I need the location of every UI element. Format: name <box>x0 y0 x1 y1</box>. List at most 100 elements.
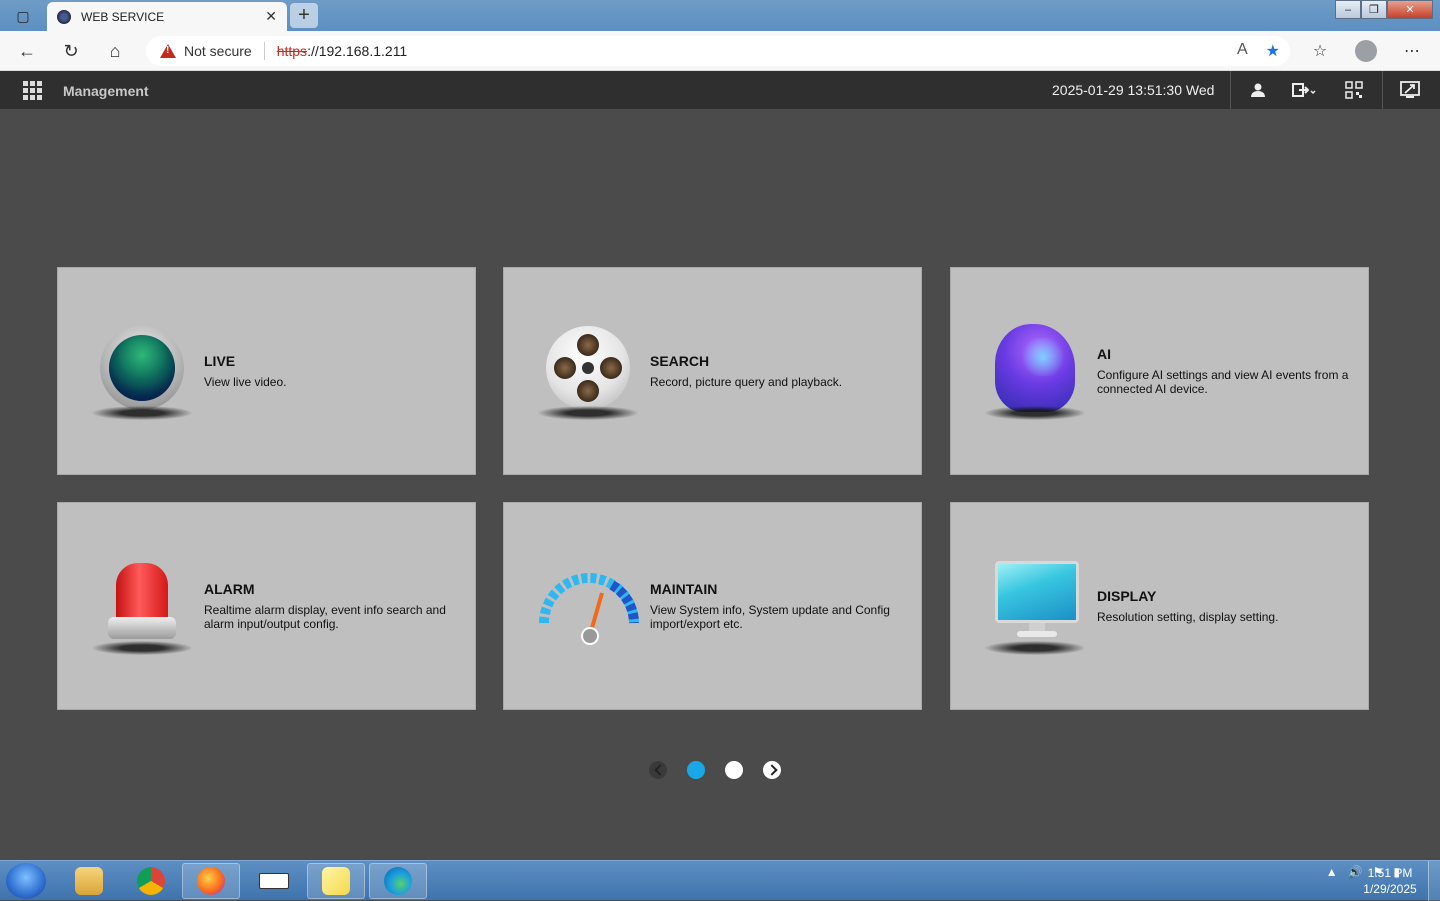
pager-next-button[interactable] <box>763 761 781 779</box>
icon-shadow <box>538 406 638 420</box>
taskbar-clock[interactable]: 1:51 PM 1/29/2025 <box>1358 865 1422 897</box>
alarm-siren-icon <box>108 563 176 643</box>
card-description: Realtime alarm display, event info searc… <box>204 603 446 631</box>
header-divider <box>1382 71 1383 109</box>
card-icon-wrap <box>92 553 192 663</box>
icon-shadow <box>92 641 192 655</box>
start-button[interactable] <box>6 863 46 899</box>
card-text: SEARCH Record, picture query and playbac… <box>650 353 903 389</box>
minimize-button[interactable]: ‒ <box>1335 0 1361 19</box>
refresh-icon[interactable]: ↻ <box>58 39 84 63</box>
card-description: Configure AI settings and view AI events… <box>1097 368 1349 396</box>
card-icon-wrap <box>92 318 192 428</box>
qr-code-icon[interactable] <box>1342 79 1366 101</box>
card-search[interactable]: SEARCH Record, picture query and playbac… <box>503 267 922 475</box>
card-icon-wrap <box>985 553 1085 663</box>
live-view-icon <box>100 326 184 410</box>
card-text: MAINTAIN View System info, System update… <box>650 581 903 631</box>
warning-icon <box>160 44 176 58</box>
main-content: LIVE View live video. SEARCH Record, pic… <box>0 109 1440 860</box>
card-title: DISPLAY <box>1097 588 1157 604</box>
pager-dot-1[interactable] <box>687 761 705 779</box>
folder-icon <box>75 867 103 895</box>
ai-head-icon <box>995 324 1075 412</box>
address-bar-row: ← ↻ ⌂ Not secure https ://192.168.1.211 … <box>0 31 1440 71</box>
omnibox-divider <box>263 42 265 60</box>
cast-display-icon[interactable] <box>1398 79 1422 101</box>
taskbar-sticky-notes[interactable] <box>307 863 365 899</box>
card-description: Record, picture query and playback. <box>650 375 843 389</box>
show-desktop-button[interactable] <box>1428 861 1440 901</box>
favorite-star-icon[interactable]: ★ <box>1266 41 1280 61</box>
card-text: AI Configure AI settings and view AI eve… <box>1097 346 1350 396</box>
tab-favicon-icon <box>57 9 71 24</box>
card-title: ALARM <box>204 581 255 597</box>
pager-dot-2[interactable] <box>725 761 743 779</box>
page-pager <box>649 761 781 779</box>
card-maintain[interactable]: MAINTAIN View System info, System update… <box>503 502 922 710</box>
url-scheme: https <box>276 43 308 59</box>
card-icon-wrap <box>538 318 638 428</box>
card-display[interactable]: DISPLAY Resolution setting, display sett… <box>950 502 1369 710</box>
card-icon-wrap <box>534 553 639 663</box>
tray-expand-icon[interactable]: ▲ <box>1326 865 1338 879</box>
card-description: Resolution setting, display setting. <box>1097 610 1279 624</box>
url-host: ://192.168.1.211 <box>307 43 408 59</box>
taskbar-chrome[interactable] <box>122 863 180 899</box>
chrome-icon <box>137 867 165 895</box>
card-text: LIVE View live video. <box>204 353 457 389</box>
logout-icon[interactable] <box>1292 79 1316 101</box>
read-aloud-icon[interactable]: A <box>1237 41 1248 61</box>
window-app-icon <box>259 873 289 889</box>
card-description: View live video. <box>204 375 287 389</box>
monitor-icon <box>995 561 1079 641</box>
window-close-button[interactable]: ✕ <box>1387 0 1433 19</box>
browser-tab[interactable]: WEB SERVICE ✕ <box>47 2 287 31</box>
omnibox-actions: A ★ <box>1237 41 1280 61</box>
app-title[interactable]: Management <box>63 83 149 99</box>
card-alarm[interactable]: ALARM Realtime alarm display, event info… <box>57 502 476 710</box>
card-description: View System info, System update and Conf… <box>650 603 890 631</box>
app-header: Management 2025-01-29 13:51:30 Wed <box>0 71 1440 109</box>
windows-taskbar: ▲ 🔊 ⚑ ▮ 1:51 PM 1/29/2025 <box>0 860 1440 901</box>
taskbar-edge[interactable] <box>369 863 427 899</box>
header-divider <box>1230 71 1231 109</box>
restore-button[interactable]: ❐ <box>1361 0 1387 19</box>
card-text: DISPLAY Resolution setting, display sett… <box>1097 588 1350 624</box>
icon-shadow <box>985 641 1085 655</box>
browser-tab-strip: ▢ WEB SERVICE ✕ + ‒ ❐ ✕ <box>0 0 1440 31</box>
pager-prev-button[interactable] <box>649 761 667 779</box>
favorites-icon[interactable]: ☆ <box>1307 39 1333 63</box>
icon-shadow <box>92 406 192 420</box>
card-ai[interactable]: AI Configure AI settings and view AI eve… <box>950 267 1369 475</box>
taskbar-explorer[interactable] <box>60 863 118 899</box>
edge-icon <box>384 867 412 895</box>
icon-shadow <box>985 406 1085 420</box>
card-title: LIVE <box>204 353 236 369</box>
card-title: MAINTAIN <box>650 581 718 597</box>
back-icon[interactable]: ← <box>14 39 40 63</box>
clock-time: 1:51 PM <box>1367 866 1413 880</box>
tab-close-icon[interactable]: ✕ <box>265 8 277 25</box>
card-live[interactable]: LIVE View live video. <box>57 267 476 475</box>
card-text: ALARM Realtime alarm display, event info… <box>204 581 457 631</box>
tab-actions-icon[interactable]: ▢ <box>8 4 38 28</box>
sticky-notes-icon <box>322 867 350 895</box>
header-datetime: 2025-01-29 13:51:30 Wed <box>1052 82 1215 98</box>
taskbar-app[interactable] <box>245 863 303 899</box>
new-tab-button[interactable]: + <box>290 3 318 28</box>
not-secure-label[interactable]: Not secure <box>184 43 252 59</box>
tab-title: WEB SERVICE <box>81 9 165 24</box>
gauge-icon <box>539 573 639 645</box>
home-icon[interactable]: ⌂ <box>102 39 128 63</box>
card-title: AI <box>1097 346 1111 362</box>
taskbar-firefox[interactable] <box>182 863 240 899</box>
card-icon-wrap <box>985 318 1085 428</box>
card-title: SEARCH <box>650 353 710 369</box>
profile-avatar[interactable] <box>1355 40 1377 62</box>
firefox-icon <box>197 867 225 895</box>
url-field[interactable]: Not secure https ://192.168.1.211 A ★ <box>146 36 1290 66</box>
app-menu-grid-icon[interactable] <box>23 81 42 100</box>
user-icon[interactable] <box>1246 79 1270 101</box>
more-menu-icon[interactable]: ⋯ <box>1399 39 1425 63</box>
